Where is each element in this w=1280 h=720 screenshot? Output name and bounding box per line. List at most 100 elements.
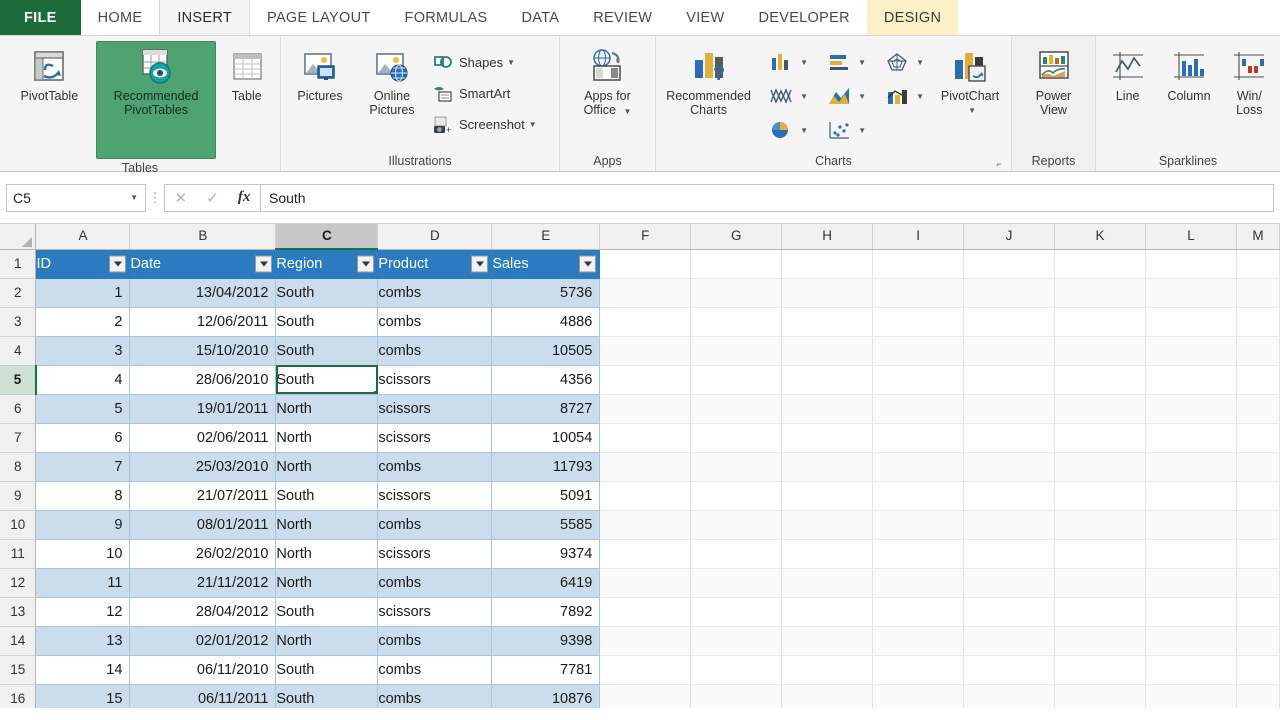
cell-m7[interactable] (1236, 423, 1280, 453)
cell-l3[interactable] (1145, 307, 1237, 337)
formula-bar-grip[interactable]: ⋮ (146, 190, 164, 206)
column-header-a[interactable]: A (35, 224, 131, 250)
cell-e15[interactable]: 7781 (491, 655, 601, 685)
pictures-button[interactable]: Pictures (284, 41, 356, 107)
area-chart-chevron-down-icon[interactable]: ▼ (858, 92, 866, 101)
cell-d3[interactable]: combs (377, 307, 493, 337)
cell-m8[interactable] (1236, 452, 1280, 482)
pie-chart-chevron-down-icon[interactable]: ▼ (800, 126, 808, 135)
cell-d4[interactable]: combs (377, 336, 493, 366)
cell-d2[interactable]: combs (377, 278, 493, 308)
apps-for-office-button[interactable]: Apps for Office ▼ (565, 41, 651, 121)
cell-c16[interactable]: South (275, 684, 379, 708)
cell-k2[interactable] (1054, 278, 1146, 308)
combo-chart-button[interactable]: ▼ (874, 83, 932, 109)
cell-d6[interactable]: scissors (377, 394, 493, 424)
cell-c8[interactable]: North (275, 452, 379, 482)
cell-j4[interactable] (963, 336, 1056, 366)
cell-b12[interactable]: 21/11/2012 (129, 568, 277, 598)
name-box-chevron-down-icon[interactable]: ▼ (130, 193, 138, 202)
cell-b14[interactable]: 02/01/2012 (129, 626, 277, 656)
cell-h2[interactable] (781, 278, 874, 308)
combo-chart-chevron-down-icon[interactable]: ▼ (916, 92, 924, 101)
cell-c15[interactable]: South (275, 655, 379, 685)
cell-m9[interactable] (1236, 481, 1280, 511)
cell-b10[interactable]: 08/01/2011 (129, 510, 277, 540)
tab-page-layout[interactable]: PAGE LAYOUT (250, 0, 387, 35)
cell-i16[interactable] (872, 684, 965, 708)
tab-formulas[interactable]: FORMULAS (388, 0, 505, 35)
cell-e11[interactable]: 9374 (491, 539, 601, 569)
cell-a10[interactable]: 9 (35, 510, 131, 540)
cell-h5[interactable] (781, 365, 874, 395)
cell-e3[interactable]: 4886 (491, 307, 601, 337)
tab-design[interactable]: DESIGN (866, 0, 959, 35)
cell-i14[interactable] (872, 626, 965, 656)
cell-b13[interactable]: 28/04/2012 (129, 597, 277, 627)
cell-g15[interactable] (690, 655, 783, 685)
column-header-m[interactable]: M (1236, 224, 1280, 250)
row-header-1[interactable]: 1 (0, 249, 37, 279)
cell-e5[interactable]: 4356 (491, 365, 601, 395)
cell-e10[interactable]: 5585 (491, 510, 601, 540)
cell-h15[interactable] (781, 655, 874, 685)
cell-d16[interactable]: combs (377, 684, 493, 708)
cell-d7[interactable]: scissors (377, 423, 493, 453)
cell-m11[interactable] (1236, 539, 1280, 569)
cell-l15[interactable] (1145, 655, 1237, 685)
cell-c11[interactable]: North (275, 539, 379, 569)
bar-chart-button[interactable]: ▼ (816, 49, 874, 75)
cell-l5[interactable] (1145, 365, 1237, 395)
cell-a4[interactable]: 3 (35, 336, 131, 366)
cell-e8[interactable]: 11793 (491, 452, 601, 482)
cell-m2[interactable] (1236, 278, 1280, 308)
apps-for-office-chevron-down-icon[interactable]: ▼ (623, 107, 631, 116)
cell-k10[interactable] (1054, 510, 1146, 540)
cell-a13[interactable]: 12 (35, 597, 131, 627)
cell-b15[interactable]: 06/11/2010 (129, 655, 277, 685)
cell-b7[interactable]: 02/06/2011 (129, 423, 277, 453)
cell-m14[interactable] (1236, 626, 1280, 656)
cell-a11[interactable]: 10 (35, 539, 131, 569)
filter-button-region[interactable] (357, 255, 375, 273)
cell-f1[interactable] (599, 249, 692, 279)
cell-g12[interactable] (690, 568, 783, 598)
pivot-chart-chevron-down-icon[interactable]: ▼ (968, 104, 976, 118)
cell-h1[interactable] (781, 249, 874, 279)
cell-g11[interactable] (690, 539, 783, 569)
cell-j12[interactable] (963, 568, 1056, 598)
cell-k13[interactable] (1054, 597, 1146, 627)
cell-k16[interactable] (1054, 684, 1146, 708)
column-chart-button[interactable]: ▼ (758, 49, 816, 75)
column-header-f[interactable]: F (599, 224, 692, 250)
row-header-6[interactable]: 6 (0, 394, 37, 424)
tab-developer[interactable]: DEVELOPER (742, 0, 867, 35)
cell-f10[interactable] (599, 510, 692, 540)
column-header-d[interactable]: D (377, 224, 493, 250)
row-header-4[interactable]: 4 (0, 336, 37, 366)
tab-home[interactable]: HOME (81, 0, 160, 35)
cell-h9[interactable] (781, 481, 874, 511)
cell-c12[interactable]: North (275, 568, 379, 598)
check-icon[interactable]: ✓ (206, 189, 219, 207)
cell-i8[interactable] (872, 452, 965, 482)
cell-m10[interactable] (1236, 510, 1280, 540)
cell-d5[interactable]: scissors (377, 365, 493, 395)
cell-a15[interactable]: 14 (35, 655, 131, 685)
cell-a14[interactable]: 13 (35, 626, 131, 656)
cell-f15[interactable] (599, 655, 692, 685)
cell-e13[interactable]: 7892 (491, 597, 601, 627)
row-header-5[interactable]: 5 (0, 365, 37, 395)
column-header-g[interactable]: G (690, 224, 783, 250)
cell-j7[interactable] (963, 423, 1056, 453)
cell-i7[interactable] (872, 423, 965, 453)
cell-h12[interactable] (781, 568, 874, 598)
cell-j15[interactable] (963, 655, 1056, 685)
row-header-13[interactable]: 13 (0, 597, 37, 627)
radar-chart-button[interactable]: ▼ (874, 49, 932, 75)
select-all-corner[interactable] (0, 224, 37, 250)
cell-b6[interactable]: 19/01/2011 (129, 394, 277, 424)
cell-l2[interactable] (1145, 278, 1237, 308)
cell-m5[interactable] (1236, 365, 1280, 395)
charts-dialog-launcher[interactable]: ⌐ (994, 159, 1004, 169)
